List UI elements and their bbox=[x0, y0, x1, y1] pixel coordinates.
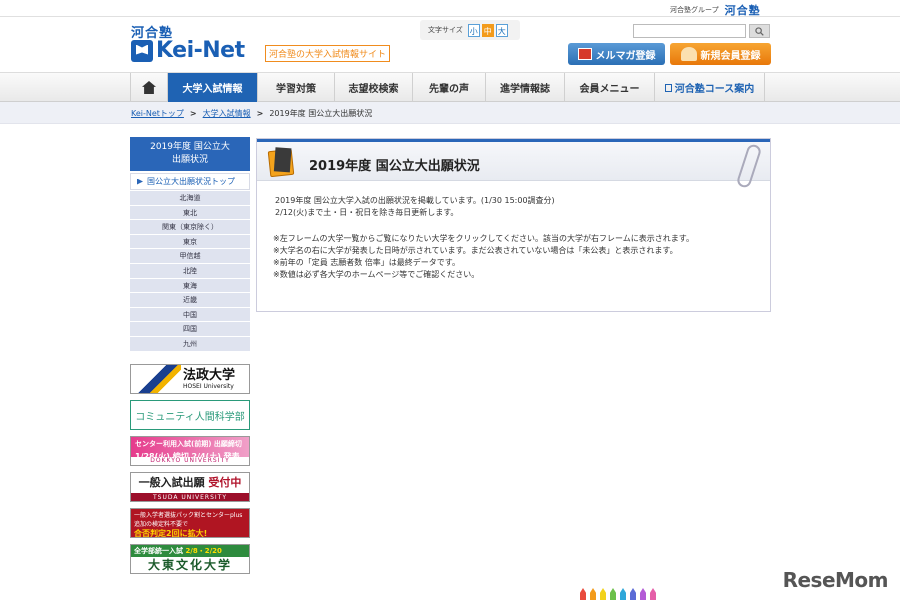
daito-banner[interactable]: 全学部統一入試 2/8・2/20 大東文化大学 bbox=[130, 544, 250, 574]
sidebar-item-kyushu[interactable]: 九州 bbox=[130, 336, 250, 352]
watermark-logo: ReseMom bbox=[782, 568, 889, 592]
note-line-4: ※数値は必ず各大学のホームページ等でご確認ください。 bbox=[273, 270, 480, 279]
sidebar-item-tohoku[interactable]: 東北 bbox=[130, 205, 250, 221]
register-button[interactable]: 新規会員登録 bbox=[670, 43, 771, 65]
font-size-small-button[interactable]: 小 bbox=[467, 23, 480, 37]
breadcrumb-link-admissions[interactable]: 大学入試情報 bbox=[203, 108, 251, 119]
region-list: 北海道 東北 関東（東京除く） 東京 甲信越 北陸 東海 近畿 中国 四国 九州 bbox=[130, 191, 250, 352]
sidebar-item-kanto[interactable]: 関東（東京除く） bbox=[130, 220, 250, 235]
pack-banner[interactable]: 一般入学者選抜パック割とセンターplus 追加の検定料不要で 合否判定2回に拡大… bbox=[130, 508, 250, 538]
logo-text: Kei-Net bbox=[156, 38, 245, 63]
book-logo-icon bbox=[131, 39, 153, 62]
breadcrumb: Kei-Netトップ > 大学入試情報 > 2019年度 国公立大出願状況 bbox=[131, 108, 372, 119]
sidebar-item-koshinetsu[interactable]: 甲信越 bbox=[130, 249, 250, 264]
note-line-3: ※前年の「定員 志願者数 倍率」は最終データです。 bbox=[273, 258, 460, 267]
site-logo[interactable]: Kei-Net bbox=[131, 38, 245, 63]
nav-course-guide-label: 河合塾コース案内 bbox=[674, 84, 755, 95]
sidebar-item-tokai[interactable]: 東海 bbox=[130, 278, 250, 294]
daito-line2: 大東文化大学 bbox=[147, 558, 232, 572]
tsuda-line1b: 受付中 bbox=[208, 476, 242, 489]
sidebar-item-tokyo[interactable]: 東京 bbox=[130, 234, 250, 250]
nav-member-menu[interactable]: 会員メニュー bbox=[565, 73, 655, 102]
pack-line2: 合否判定2回に拡大! bbox=[134, 529, 208, 538]
community-banner[interactable]: コミュニティ人間科学部 bbox=[130, 400, 250, 430]
sidebar-title-line1: 2019年度 国公立大 bbox=[150, 142, 230, 152]
nav-magazine[interactable]: 進学情報誌 bbox=[486, 73, 565, 102]
sidebar-item-hokuriku[interactable]: 北陸 bbox=[130, 263, 250, 279]
header-divider bbox=[0, 16, 900, 17]
nav-senior-voices[interactable]: 先輩の声 bbox=[413, 73, 486, 102]
sidebar-title-line2: 出願状況 bbox=[171, 155, 208, 165]
note-line-2: ※大学名の右に大学が発表した日時が示されています。まだ公表されていない場合は「未… bbox=[273, 246, 678, 255]
search-button[interactable] bbox=[749, 24, 770, 38]
register-label: 新規会員登録 bbox=[700, 50, 761, 62]
page-title: 2019年度 国公立大出願状況 bbox=[309, 159, 480, 174]
window-icon bbox=[664, 83, 672, 92]
sidebar-title: 2019年度 国公立大 出願状況 bbox=[130, 137, 250, 171]
panel-header: 2019年度 国公立大出願状況 bbox=[257, 139, 770, 190]
pack-line3: 追加の検定料不要で bbox=[134, 521, 189, 528]
font-size-switcher: 文字サイズ 小 中 大 bbox=[420, 20, 520, 40]
hosei-sub: HOSEI University bbox=[183, 382, 234, 390]
breadcrumb-current: 2019年度 国公立大出願状況 bbox=[269, 109, 373, 118]
nav-home[interactable] bbox=[130, 73, 168, 102]
info-line-1: 2019年度 国公立大学入試の出願状況を掲載しています。(1/30 15:00調… bbox=[275, 196, 555, 205]
tsuda-footer: TSUDA UNIVERSITY bbox=[131, 493, 249, 501]
mail-magazine-label: メルマガ登録 bbox=[595, 50, 656, 62]
sidebar-item-hokkaido[interactable]: 北海道 bbox=[130, 191, 250, 206]
dokkyo-footer: DOKKYO UNIVERSITY bbox=[131, 457, 249, 465]
search-input[interactable] bbox=[633, 24, 746, 38]
font-size-label: 文字サイズ bbox=[428, 26, 463, 34]
main-nav: 大学入試情報 学習対策 志望校検索 先輩の声 進学情報誌 会員メニュー 河合塾コ… bbox=[0, 72, 900, 102]
search-icon bbox=[755, 26, 764, 36]
daito-line1a: 全学部統一入試 bbox=[134, 547, 183, 555]
sidebar-top-link[interactable]: 国公立大出願状況トップ bbox=[130, 173, 250, 190]
hosei-name: 法政大学 bbox=[183, 367, 236, 383]
content-panel: 2019年度 国公立大出願状況 2019年度 国公立大学入試の出願状況を掲載して… bbox=[256, 138, 771, 312]
breadcrumb-link-top[interactable]: Kei-Netトップ bbox=[131, 108, 184, 119]
chevron-right-icon: > bbox=[256, 109, 264, 118]
nav-school-search[interactable]: 志望校検索 bbox=[335, 73, 413, 102]
daito-line1b: 2/8・2/20 bbox=[185, 547, 222, 555]
arrow-right-icon bbox=[137, 178, 143, 185]
note-line-1: ※左フレームの大学一覧からご覧になりたい大学をクリックしてください。該当の大学が… bbox=[273, 234, 694, 243]
tsuda-line1a: 一般入試出願 bbox=[138, 476, 205, 489]
pencils-decoration bbox=[580, 586, 780, 600]
sidebar-item-kinki[interactable]: 近畿 bbox=[130, 293, 250, 308]
info-line-2: 2/12(火)まで土・日・祝日を除き毎日更新します。 bbox=[275, 208, 459, 217]
hosei-emblem-icon bbox=[131, 365, 181, 393]
font-size-large-button[interactable]: 大 bbox=[495, 23, 508, 37]
sidebar-item-chugoku[interactable]: 中国 bbox=[130, 307, 250, 323]
font-size-medium-button[interactable]: 中 bbox=[481, 23, 494, 37]
sidebar-item-shikoku[interactable]: 四国 bbox=[130, 322, 250, 337]
nav-study-tips[interactable]: 学習対策 bbox=[258, 73, 335, 102]
dokkyo-banner[interactable]: センター利用入試(前期) 出願締切 1/28(火) 締切 2/4(土) 発表 D… bbox=[130, 436, 250, 466]
home-icon bbox=[142, 81, 156, 94]
notebook-icon bbox=[267, 148, 295, 178]
pack-line1: 一般入学者選抜パック割とセンターplus bbox=[134, 512, 243, 519]
dokkyo-line1: センター利用入試(前期) 出願締切 bbox=[135, 440, 242, 448]
mail-magazine-button[interactable]: メルマガ登録 bbox=[568, 43, 665, 65]
member-icon bbox=[680, 47, 697, 61]
panel-body: 2019年度 国公立大学入試の出願状況を掲載しています。(1/30 15:00調… bbox=[273, 195, 763, 281]
hosei-banner[interactable]: 法政大学 HOSEI University bbox=[130, 364, 250, 394]
site-tagline: 河合塾の大学入試情報サイト bbox=[265, 45, 391, 62]
paperclip-icon bbox=[735, 142, 763, 190]
tsuda-banner[interactable]: 一般入試出願 受付中 TSUDA UNIVERSITY bbox=[130, 472, 250, 502]
sidebar-top-link-label: 国公立大出願状況トップ bbox=[147, 177, 235, 186]
chevron-right-icon: > bbox=[189, 109, 197, 118]
group-text: 河合塾グループ bbox=[670, 6, 719, 14]
nav-admissions-info[interactable]: 大学入試情報 bbox=[168, 73, 258, 102]
nav-course-guide[interactable]: 河合塾コース案内 bbox=[655, 73, 765, 102]
mail-icon bbox=[577, 48, 592, 60]
